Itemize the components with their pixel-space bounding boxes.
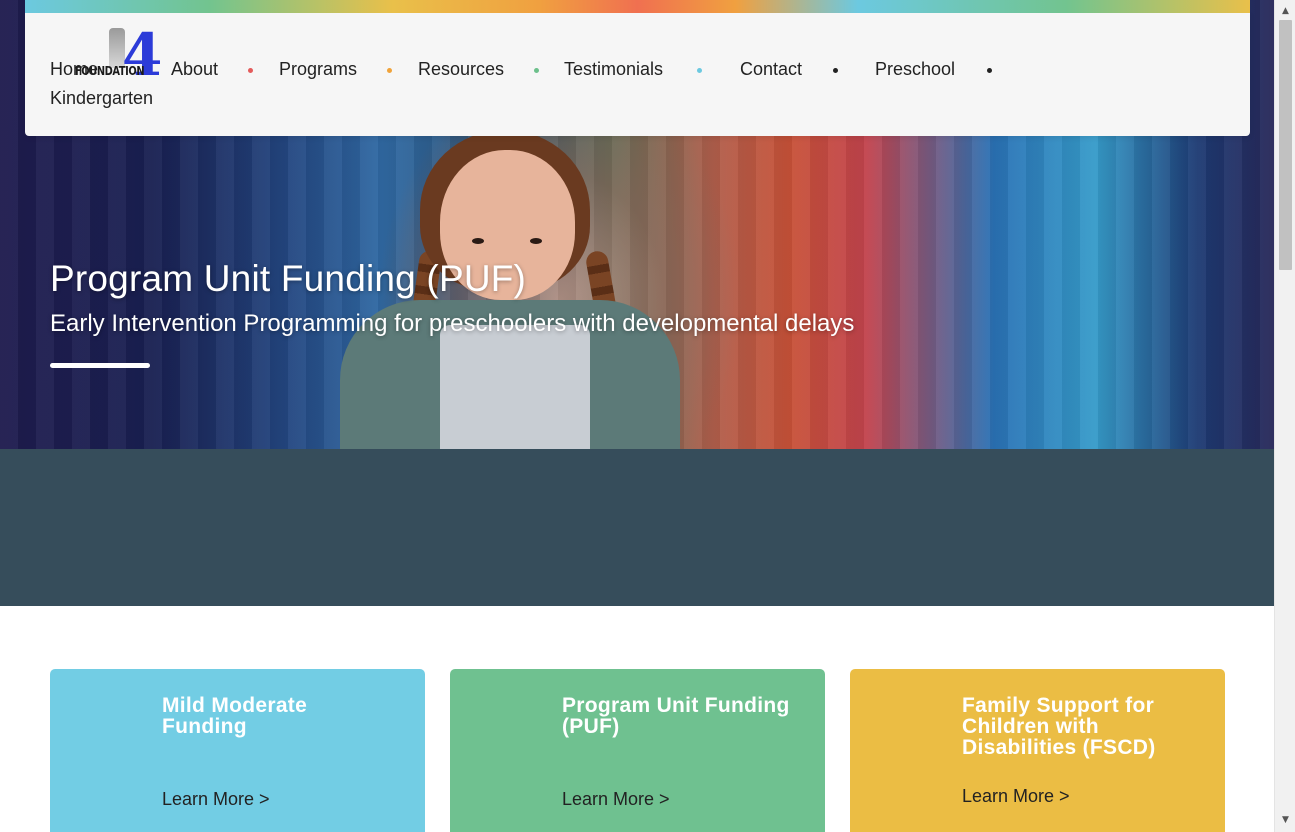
nav-item-about[interactable]: About: [171, 59, 218, 80]
hero-divider: [50, 363, 150, 368]
learn-more-link[interactable]: Learn More >: [562, 789, 670, 810]
hero-title: Program Unit Funding (PUF): [50, 258, 527, 299]
hero-subtitle: Early Intervention Programming for presc…: [50, 310, 855, 337]
nav-separator-dot: [248, 68, 253, 73]
card-title: Family Support for Children with Disabil…: [962, 694, 1156, 759]
funding-card-fscd[interactable]: Family Support for Children with Disabil…: [850, 669, 1225, 832]
funding-card-mild-moderate[interactable]: Mild Moderate Funding Learn More >: [50, 669, 425, 832]
page-scrollbar[interactable]: ▲ ▼: [1274, 0, 1295, 832]
nav-separator-dot: [987, 68, 992, 73]
nav-item-preschool[interactable]: Preschool: [875, 59, 955, 80]
learn-more-link[interactable]: Learn More >: [162, 789, 270, 810]
scroll-up-icon[interactable]: ▲: [1275, 3, 1295, 20]
nav-item-programs[interactable]: Programs: [279, 59, 357, 80]
scroll-down-icon[interactable]: ▼: [1275, 812, 1295, 829]
nav-separator-dot: [387, 68, 392, 73]
section-band: [0, 449, 1274, 606]
nav-item-home[interactable]: Home: [50, 59, 98, 80]
card-title: Mild Moderate Funding: [162, 694, 308, 738]
nav-separator-dot: [697, 68, 702, 73]
nav-item-testimonials[interactable]: Testimonials: [564, 59, 663, 80]
nav-item-resources[interactable]: Resources: [418, 59, 504, 80]
nav-item-contact[interactable]: Contact: [740, 59, 802, 80]
nav-separator-dot: [534, 68, 539, 73]
page-viewport: Program Unit Funding (PUF) Early Interve…: [0, 0, 1274, 832]
nav-separator-dot: [833, 68, 838, 73]
nav-color-stripe: [25, 0, 1250, 13]
nav-item-kindergarten[interactable]: Kindergarten: [50, 88, 153, 109]
scroll-thumb[interactable]: [1279, 20, 1292, 270]
funding-card-puf[interactable]: Program Unit Funding (PUF) Learn More >: [450, 669, 825, 832]
learn-more-link[interactable]: Learn More >: [962, 786, 1070, 807]
card-title: Program Unit Funding (PUF): [562, 694, 790, 738]
hero-text: Program Unit Funding (PUF) Early Interve…: [50, 258, 854, 338]
